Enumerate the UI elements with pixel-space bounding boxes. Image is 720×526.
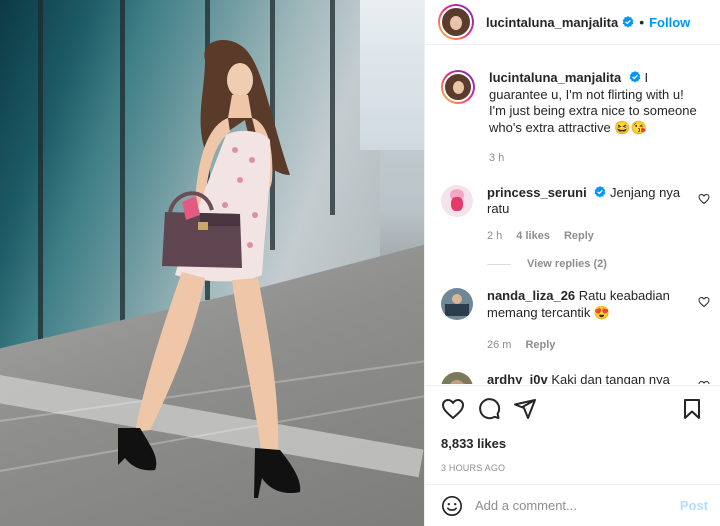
- comments-list[interactable]: lucintaluna_manjalita I guarantee u, I'm…: [425, 56, 720, 384]
- add-comment-bar: Post: [425, 484, 720, 526]
- view-replies-button[interactable]: View replies (2): [487, 258, 720, 270]
- caption-time[interactable]: 3 h: [489, 150, 504, 167]
- author-avatar[interactable]: [438, 4, 474, 40]
- post-sidebar: lucintaluna_manjalita • Follow lucintalu…: [424, 0, 720, 526]
- reply-button[interactable]: Reply: [525, 337, 555, 354]
- follow-button[interactable]: Follow: [649, 15, 690, 30]
- comment-username[interactable]: ardhy_i0v: [487, 372, 548, 385]
- author-avatar[interactable]: [441, 70, 475, 104]
- post-actions: 8,833 likes 3 HOURS AGO: [425, 385, 720, 473]
- comment-text: Kaki dan tangan nya: [551, 371, 670, 385]
- commenter-avatar[interactable]: [441, 371, 473, 384]
- action-icons: [441, 386, 704, 432]
- post-header: lucintaluna_manjalita • Follow: [425, 0, 720, 45]
- comment-item: nanda_liza_26 Ratu keabadian memang terc…: [425, 288, 720, 354]
- view-replies-label: View replies (2): [527, 258, 607, 270]
- likes-count[interactable]: 8,833 likes: [441, 436, 704, 451]
- bookmark-icon[interactable]: [680, 397, 704, 421]
- post-comment-button[interactable]: Post: [680, 498, 708, 513]
- comment-item: ardhy_i0v Kaki dan tangan nya: [425, 371, 720, 385]
- verified-badge-icon: [594, 185, 606, 198]
- post-timestamp[interactable]: 3 HOURS AGO: [441, 463, 704, 473]
- replies-divider: [487, 263, 511, 265]
- model-figure: [118, 40, 301, 498]
- verified-badge-icon: [629, 71, 641, 83]
- comment-heart-icon[interactable]: [698, 296, 710, 308]
- comment-heart-icon[interactable]: [698, 380, 710, 385]
- share-icon[interactable]: [513, 397, 537, 421]
- comment-heart-icon[interactable]: [698, 193, 710, 205]
- comment-username[interactable]: nanda_liza_26: [487, 288, 575, 303]
- verified-badge-icon: [622, 16, 634, 28]
- caption-username[interactable]: lucintaluna_manjalita: [489, 70, 621, 85]
- emoji-icon[interactable]: [441, 495, 463, 517]
- comment-input[interactable]: [475, 498, 680, 513]
- post-image[interactable]: [0, 0, 424, 526]
- comment-likes[interactable]: 4 likes: [516, 228, 550, 245]
- comment-item: princess_seruni Jenjang nya ratu 2 h 4 l…: [425, 184, 720, 245]
- author-username[interactable]: lucintaluna_manjalita: [486, 15, 618, 30]
- commenter-avatar[interactable]: [441, 288, 473, 320]
- commenter-avatar[interactable]: [441, 184, 473, 217]
- caption: lucintaluna_manjalita I guarantee u, I'm…: [425, 70, 720, 167]
- heart-icon[interactable]: [441, 397, 465, 421]
- comment-time[interactable]: 2 h: [487, 228, 502, 245]
- comment-icon[interactable]: [477, 397, 501, 421]
- comment-username[interactable]: princess_seruni: [487, 185, 587, 200]
- comment-time[interactable]: 26 m: [487, 337, 511, 354]
- reply-button[interactable]: Reply: [564, 228, 594, 245]
- separator-dot: •: [639, 14, 645, 30]
